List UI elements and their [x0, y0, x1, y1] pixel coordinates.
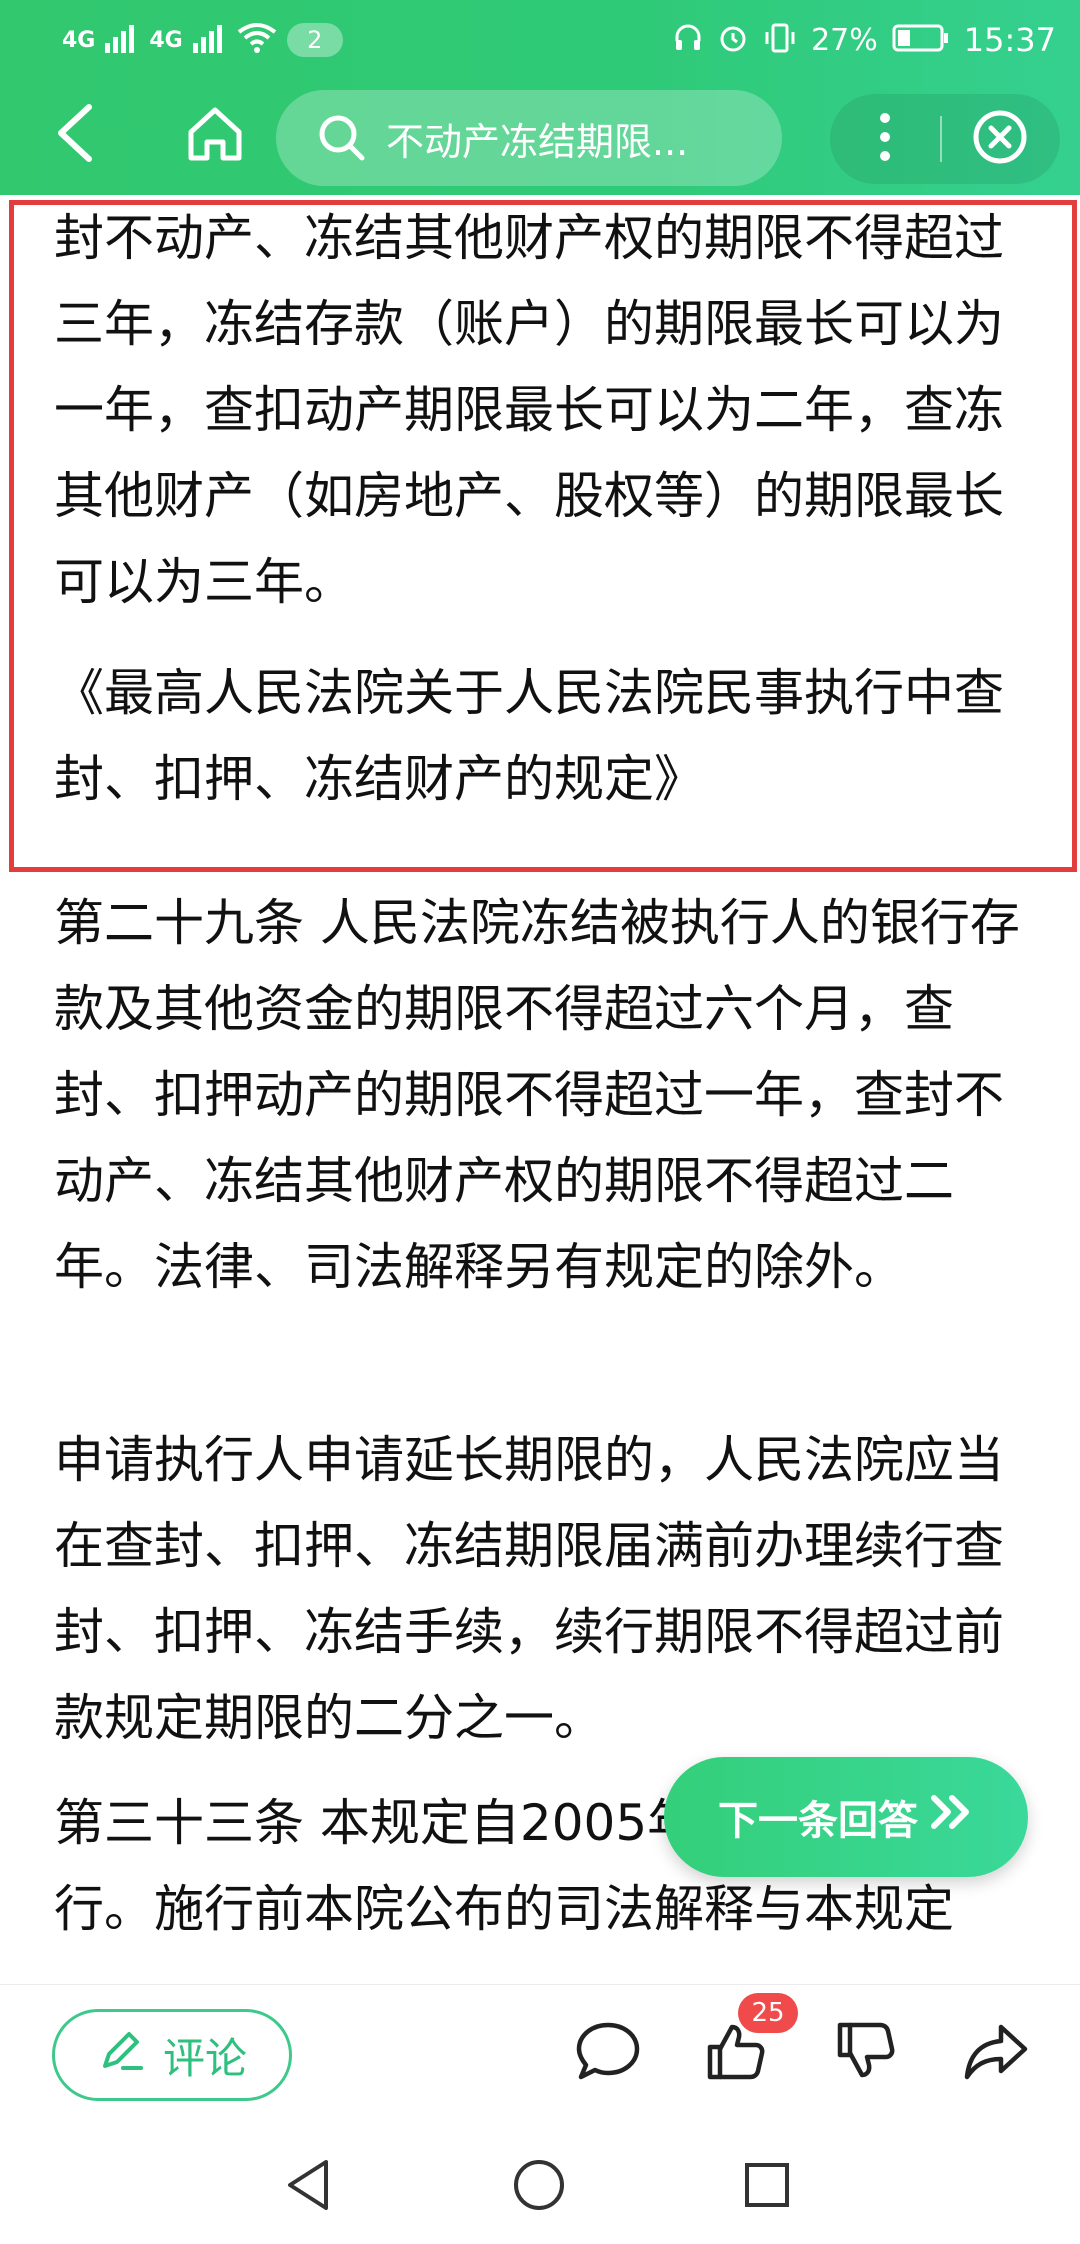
battery-icon — [892, 23, 950, 57]
pen-icon — [97, 2026, 145, 2084]
nav-back-icon — [284, 2158, 334, 2216]
paragraph-3: 第二十九条 人民法院冻结被执行人的银行存款及其他资金的期限不得超过六个月，查封、… — [54, 894, 1020, 1296]
more-button[interactable] — [830, 94, 940, 184]
dislike-button[interactable] — [826, 2013, 906, 2093]
search-query-text: 不动产冻结期限... — [386, 119, 689, 164]
headphones-icon — [673, 23, 703, 57]
thumbs-down-icon — [834, 2019, 898, 2087]
next-answer-button[interactable]: 下一条回答 — [664, 1757, 1028, 1877]
notification-count-badge: 2 — [286, 23, 343, 57]
paragraph-2: 《最高人民法院关于人民法院民事执行中查封、扣押、冻结财产的规定》 — [54, 664, 1004, 808]
close-circle-icon — [972, 109, 1028, 169]
more-vertical-icon — [878, 111, 892, 167]
back-button[interactable] — [40, 95, 110, 175]
nav-recents-icon — [743, 2161, 791, 2213]
wifi-icon — [237, 22, 277, 58]
article-content: 封不动产、冻结其他财产权的期限不得超过三年，冻结存款（账户）的期限最长可以为一年… — [0, 195, 1080, 1985]
comment-label: 评论 — [162, 2033, 247, 2083]
nav-back-button[interactable] — [274, 2152, 344, 2222]
next-answer-label: 下一条回答 — [718, 1798, 918, 1844]
nav-recents-button[interactable] — [732, 2152, 802, 2222]
like-count-badge: 25 — [738, 1993, 798, 2033]
signal-icon — [192, 23, 227, 57]
clock-time: 15:37 — [963, 21, 1056, 59]
double-chevron-right-icon — [928, 1792, 974, 1842]
app-header: 4G 4G 2 27% 15:37 不动产冻结期限... — [0, 0, 1080, 195]
home-icon — [185, 104, 245, 168]
system-nav-bar — [0, 2124, 1080, 2244]
search-icon — [312, 108, 372, 168]
back-arrow-icon — [53, 101, 97, 169]
share-button[interactable] — [956, 2013, 1036, 2093]
header-action-pill — [830, 94, 1060, 184]
share-icon — [963, 2021, 1029, 2085]
bottom-action-bar: 评论 25 — [0, 1984, 1080, 2125]
status-bar-left: 4G 4G 2 — [62, 20, 343, 60]
search-bar[interactable]: 不动产冻结期限... — [276, 90, 782, 186]
signal-icon — [105, 23, 139, 57]
status-bar-right: 27% 15:37 — [673, 18, 1056, 62]
comment-button[interactable]: 评论 — [52, 2009, 292, 2101]
nav-home-icon — [511, 2157, 567, 2217]
battery-percent: 27% — [811, 22, 878, 58]
comment-bubble-icon — [575, 2019, 641, 2087]
alarm-icon — [717, 22, 749, 58]
vibrate-icon — [763, 22, 797, 58]
signal-1-label: 4G — [62, 27, 96, 53]
signal-2-label: 4G — [149, 27, 183, 53]
paragraph-4: 申请执行人申请延长期限的，人民法院应当在查封、扣押、冻结期限届满前办理续行查封、… — [54, 1431, 1004, 1747]
home-button[interactable] — [180, 98, 250, 174]
comment-bubble-button[interactable] — [568, 2013, 648, 2093]
paragraph-1: 封不动产、冻结其他财产权的期限不得超过三年，冻结存款（账户）的期限最长可以为一年… — [54, 209, 1004, 611]
nav-home-button[interactable] — [504, 2152, 574, 2222]
close-button[interactable] — [942, 94, 1058, 184]
